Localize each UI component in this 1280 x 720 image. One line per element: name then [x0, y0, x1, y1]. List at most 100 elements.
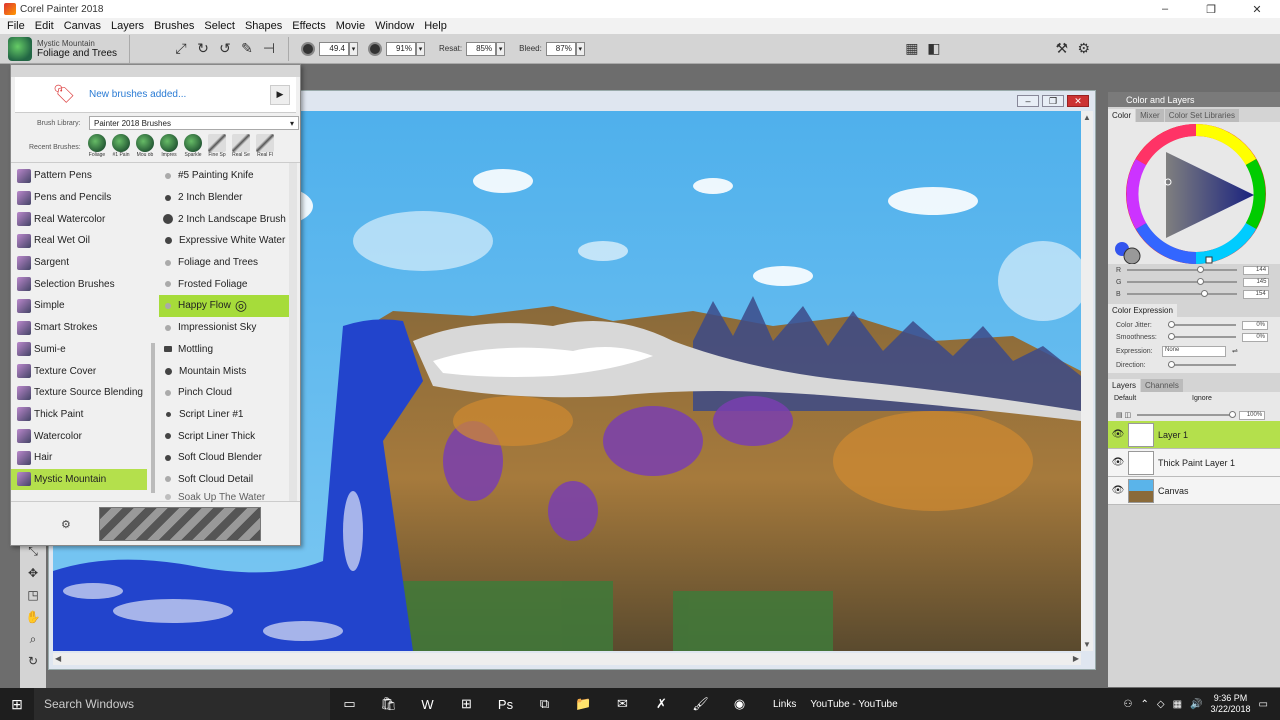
red-slider[interactable]: R 144: [1108, 264, 1280, 276]
layer-opacity-slider[interactable]: ▤ ◫ 100%: [1108, 409, 1280, 421]
brush-library-dropdown[interactable]: Painter 2018 Brushes ▾: [89, 116, 299, 130]
menu-window[interactable]: Window: [370, 20, 419, 32]
eye-icon[interactable]: 👁: [1108, 485, 1128, 496]
variant-item[interactable]: Mountain Mists: [159, 360, 289, 382]
menu-shapes[interactable]: Shapes: [240, 20, 287, 32]
brush-settings-icon[interactable]: ⚙: [61, 518, 73, 531]
people-icon[interactable]: ⚇: [1124, 699, 1133, 710]
variant-item[interactable]: Soft Cloud Blender: [159, 447, 289, 469]
task-view-icon[interactable]: ▭: [330, 688, 369, 720]
windows-icon[interactable]: ⊞: [447, 688, 486, 720]
new-brushes-link[interactable]: New brushes added...: [89, 89, 270, 100]
layer-row-selected[interactable]: 👁 Layer 1: [1108, 421, 1280, 449]
brush-ghost-icon[interactable]: ◧: [923, 38, 945, 60]
category-scrollbar[interactable]: [147, 163, 159, 501]
word-icon[interactable]: W: [408, 688, 447, 720]
variant-item[interactable]: Expressive White Water: [159, 230, 289, 252]
category-item[interactable]: Real Wet Oil: [11, 230, 147, 252]
smoothness-slider[interactable]: Smoothness: 0%: [1108, 331, 1280, 343]
tab-color[interactable]: Color: [1108, 109, 1136, 122]
recent-brush[interactable]: Mou ob: [133, 133, 157, 162]
brush-selector[interactable]: Mystic Mountain Foliage and Trees: [0, 34, 130, 63]
blend-mode-dropdown[interactable]: Default: [1112, 395, 1184, 406]
category-item-selected[interactable]: Mystic Mountain: [11, 468, 147, 491]
magnifier-tool-icon[interactable]: ⌕: [20, 628, 46, 650]
stroke-curve-icon[interactable]: ↻: [192, 38, 214, 60]
brush-tracking-icon[interactable]: ⚒: [1051, 38, 1073, 60]
start-button[interactable]: ⊞: [0, 688, 34, 720]
category-item[interactable]: Watercolor: [11, 425, 147, 447]
recent-brush[interactable]: Sparkle: [181, 133, 205, 162]
variant-item[interactable]: Pinch Cloud: [159, 382, 289, 404]
scroll-right-icon[interactable]: ▶: [1073, 654, 1079, 663]
variant-item[interactable]: #5 Painting Knife: [159, 165, 289, 187]
search-box[interactable]: Search Windows: [34, 688, 330, 720]
recorder-icon[interactable]: ◉: [720, 688, 759, 720]
canvas-horizontal-scrollbar[interactable]: ◀ ▶: [53, 653, 1081, 665]
category-item[interactable]: Pens and Pencils: [11, 187, 147, 209]
store-icon[interactable]: 🛍: [369, 688, 408, 720]
resat-dropdown[interactable]: ▾: [496, 41, 506, 56]
pressure-icon[interactable]: ⇌: [1232, 347, 1238, 355]
new-brushes-banner[interactable]: 🏷 New brushes added... ▶: [15, 77, 296, 113]
layer-row[interactable]: 👁 Thick Paint Layer 1: [1108, 449, 1280, 477]
color-wheel[interactable]: [1108, 122, 1280, 265]
recent-brush[interactable]: Fine Sp: [205, 133, 229, 162]
notifications-icon[interactable]: ▭: [1259, 699, 1268, 710]
rotate-page-tool-icon[interactable]: ↻: [20, 650, 46, 672]
tab-channels[interactable]: Channels: [1141, 379, 1183, 392]
variant-item[interactable]: Script Liner Thick: [159, 425, 289, 447]
variant-item[interactable]: Foliage and Trees: [159, 252, 289, 274]
category-item[interactable]: Smart Strokes: [11, 317, 147, 339]
variant-scrollbar[interactable]: [289, 163, 297, 501]
bleed-dropdown[interactable]: ▾: [575, 41, 585, 56]
category-item[interactable]: Texture Cover: [11, 360, 147, 382]
youtube-taskbar-item[interactable]: YouTube - YouTube: [810, 699, 897, 710]
dropbox-icon[interactable]: ◇: [1157, 699, 1165, 710]
category-item[interactable]: Texture Source Blending: [11, 382, 147, 404]
green-slider[interactable]: G 145: [1108, 276, 1280, 288]
resat-field[interactable]: 85%: [466, 41, 497, 56]
menu-effects[interactable]: Effects: [287, 20, 330, 32]
menu-help[interactable]: Help: [419, 20, 452, 32]
tab-color-set-libraries[interactable]: Color Set Libraries: [1164, 109, 1239, 122]
opacity-dropdown[interactable]: ▾: [416, 41, 425, 56]
tab-mixer[interactable]: Mixer: [1136, 109, 1164, 122]
size-field[interactable]: 49.4: [319, 41, 349, 56]
category-item[interactable]: Real Watercolor: [11, 208, 147, 230]
variant-item[interactable]: Frosted Foliage: [159, 273, 289, 295]
mail-icon[interactable]: ✉: [603, 688, 642, 720]
recent-brush[interactable]: #1 Pain: [109, 133, 133, 162]
xbox-icon[interactable]: ✗: [642, 688, 681, 720]
category-item[interactable]: Selection Brushes: [11, 273, 147, 295]
variant-item-selected[interactable]: Happy Flow ◎: [159, 295, 289, 317]
restore-button[interactable]: ❐: [1188, 0, 1234, 18]
menu-select[interactable]: Select: [199, 20, 240, 32]
stroke-redo-icon[interactable]: ↺: [214, 38, 236, 60]
bleed-field[interactable]: 87%: [545, 41, 576, 56]
expand-arrow-icon[interactable]: ▶: [270, 84, 290, 105]
direction-slider[interactable]: Direction:: [1108, 359, 1280, 371]
variant-item[interactable]: Impressionist Sky: [159, 317, 289, 339]
variant-item[interactable]: 2 Inch Blender: [159, 187, 289, 209]
category-item[interactable]: Sumi-e: [11, 339, 147, 361]
canvas-minimize-button[interactable]: –: [1017, 95, 1039, 107]
painter-taskbar-icon[interactable]: 🖌: [681, 688, 720, 720]
eye-icon[interactable]: 👁: [1108, 457, 1128, 468]
clock[interactable]: 9:36 PM 3/22/2018: [1211, 693, 1251, 715]
category-item[interactable]: Pattern Pens: [11, 165, 147, 187]
links-label[interactable]: Links: [773, 699, 796, 710]
canvas-restore-button[interactable]: ❐: [1042, 95, 1064, 107]
canvas-close-button[interactable]: ✕: [1067, 95, 1089, 107]
layer-tools-icon[interactable]: ▤ ◫: [1116, 411, 1131, 419]
network-icon[interactable]: ▦: [1173, 699, 1182, 710]
settings-icon[interactable]: ⚙: [1073, 38, 1095, 60]
recent-brush[interactable]: Real Se: [229, 133, 253, 162]
recent-brush[interactable]: Impres: [157, 133, 181, 162]
minimize-button[interactable]: –: [1142, 0, 1188, 18]
expression-dropdown[interactable]: None: [1162, 345, 1226, 357]
composite-dropdown[interactable]: Ignore: [1190, 395, 1262, 406]
variant-item[interactable]: Mottling: [159, 339, 289, 361]
category-item[interactable]: Simple: [11, 295, 147, 317]
clone-tool-icon[interactable]: ✥: [20, 562, 46, 584]
